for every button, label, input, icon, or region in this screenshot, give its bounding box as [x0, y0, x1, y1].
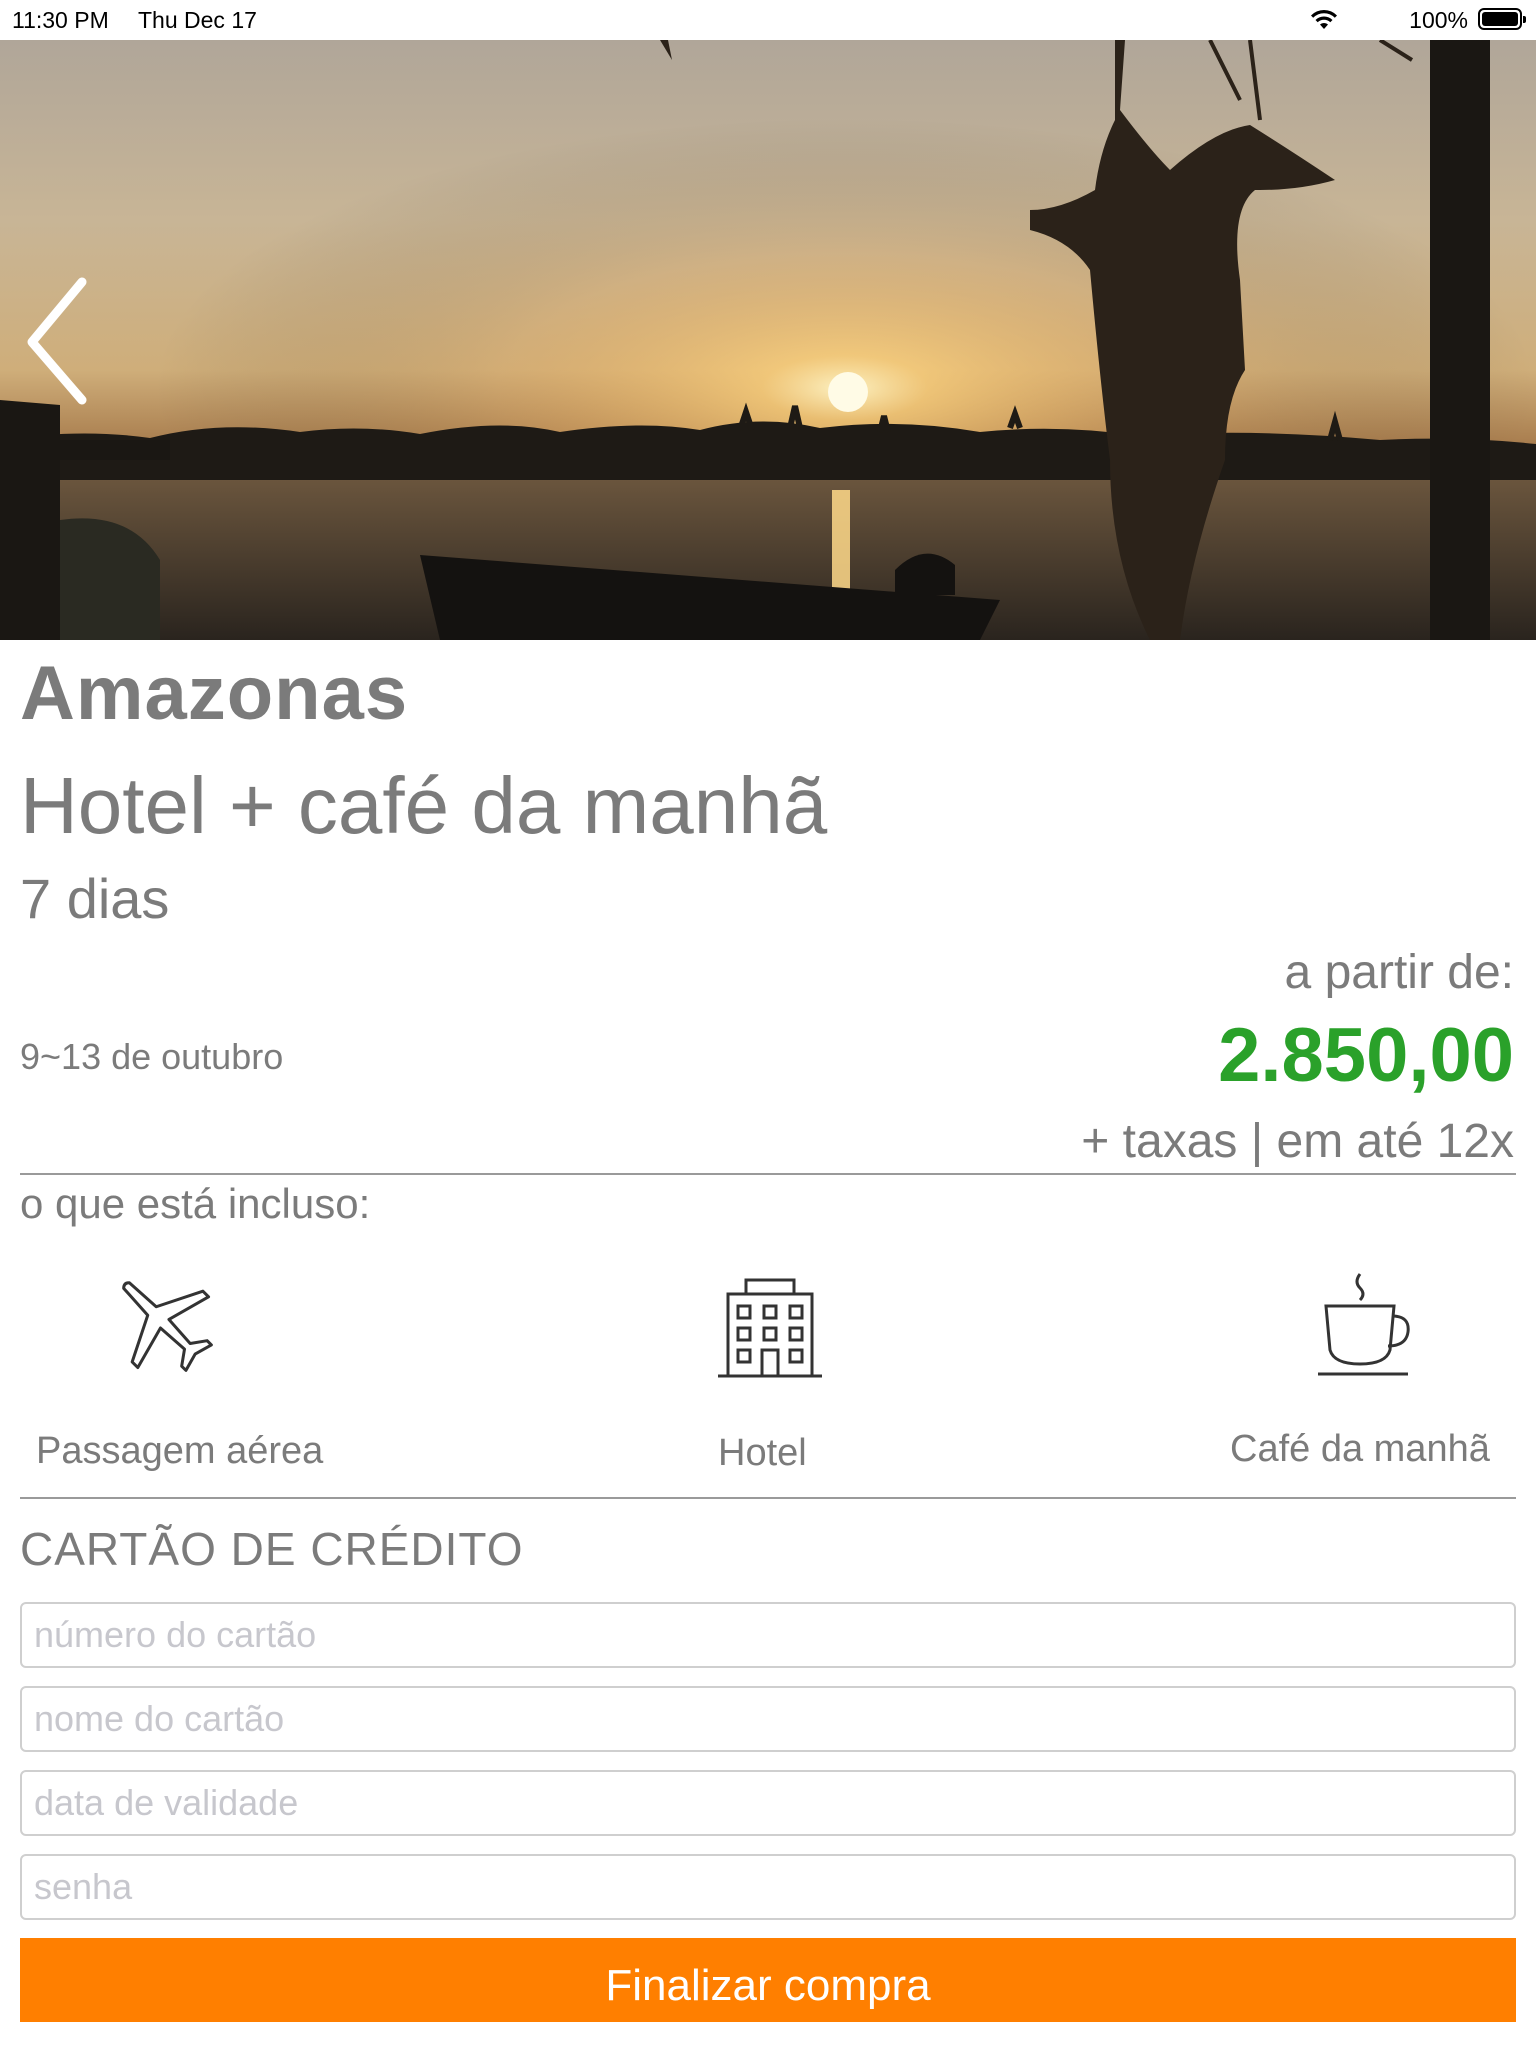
package-duration: 7 dias	[20, 867, 170, 930]
destination-title: Amazonas	[20, 651, 409, 736]
hero-image	[0, 40, 1536, 640]
divider	[20, 1497, 1516, 1499]
price-prefix: a partir de:	[1284, 946, 1514, 999]
back-chevron-icon[interactable]	[24, 276, 94, 406]
wifi-icon	[1311, 9, 1337, 29]
credit-card-title: CARTÃO DE CRÉDITO	[20, 1523, 524, 1575]
battery-icon	[1478, 8, 1526, 30]
battery-percentage: 100%	[1409, 7, 1468, 33]
hotel-building-icon	[718, 1278, 822, 1378]
package-dates: 9~13 de outubro	[20, 1036, 284, 1077]
status-time: 11:30 PM	[12, 7, 109, 33]
divider	[20, 1173, 1516, 1175]
airplane-icon	[122, 1281, 213, 1372]
included-label: o que está incluso:	[20, 1180, 371, 1227]
card-name-input[interactable]	[20, 1686, 1516, 1752]
coffee-cup-icon	[1318, 1273, 1410, 1376]
card-password-input[interactable]	[20, 1854, 1516, 1920]
card-expiry-input[interactable]	[20, 1770, 1516, 1836]
finalize-purchase-button[interactable]: Finalizar compra	[20, 1938, 1516, 2022]
included-item-label: Café da manhã	[1230, 1428, 1490, 1470]
status-date: Thu Dec 17	[138, 7, 257, 33]
package-price: 2.850,00	[1218, 1013, 1514, 1098]
package-type: Hotel + café da manhã	[20, 761, 828, 850]
status-bar: 11:30 PM Thu Dec 17 100%	[0, 0, 1536, 40]
included-item-label: Hotel	[718, 1432, 807, 1474]
included-item-label: Passagem aérea	[36, 1430, 324, 1472]
card-number-input[interactable]	[20, 1602, 1516, 1668]
price-suffix: + taxas | em até 12x	[1081, 1115, 1514, 1168]
